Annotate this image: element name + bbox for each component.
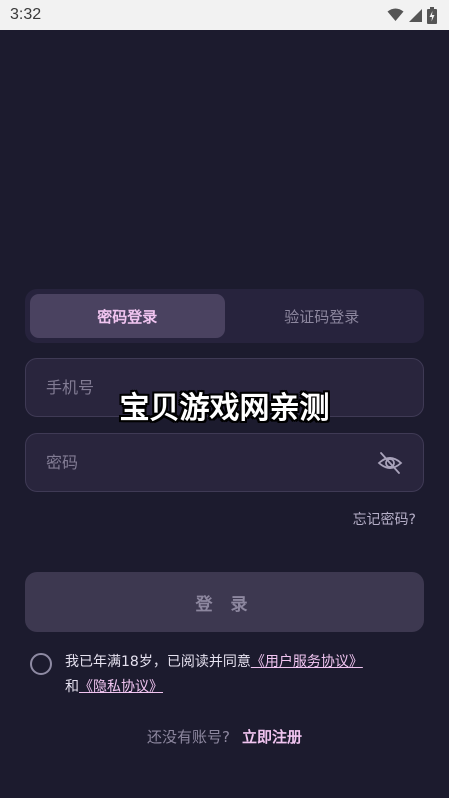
tab-password-login[interactable]: 密码登录 xyxy=(30,294,225,338)
password-input[interactable] xyxy=(46,453,377,472)
tab-code-login-label: 验证码登录 xyxy=(284,307,360,326)
register-link[interactable]: 立即注册 xyxy=(242,726,302,747)
status-bar: 3:32 xyxy=(0,0,449,30)
eye-off-icon[interactable] xyxy=(377,450,403,476)
forgot-password-link[interactable]: 忘记密码? xyxy=(353,509,416,529)
login-mode-tabs: 密码登录 验证码登录 xyxy=(25,289,424,343)
user-terms-link[interactable]: 《用户服务协议》 xyxy=(251,654,363,670)
register-prompt: 还没有账号? xyxy=(147,728,230,746)
status-time: 3:32 xyxy=(10,6,42,23)
agreement-text: 我已年满18岁，已阅读并同意《用户服务协议》 和《隐私协议》 xyxy=(65,650,363,700)
agreement-checkbox[interactable] xyxy=(30,653,52,675)
signal-icon xyxy=(409,8,422,22)
register-row: 还没有账号? 立即注册 xyxy=(0,726,449,747)
agreement-prefix: 我已年满18岁，已阅读并同意 xyxy=(65,654,251,670)
login-button[interactable]: 登 录 xyxy=(25,572,424,632)
tab-password-login-label: 密码登录 xyxy=(97,307,158,326)
phone-field xyxy=(25,358,424,417)
agreement-conjunction: 和 xyxy=(65,679,79,695)
status-icons xyxy=(387,6,437,24)
agreement: 我已年满18岁，已阅读并同意《用户服务协议》 和《隐私协议》 xyxy=(30,650,420,700)
tab-code-login[interactable]: 验证码登录 xyxy=(225,294,420,338)
wifi-icon xyxy=(387,8,404,21)
battery-icon xyxy=(427,6,437,24)
password-field xyxy=(25,433,424,492)
phone-input[interactable] xyxy=(46,378,403,397)
privacy-link[interactable]: 《隐私协议》 xyxy=(79,679,163,695)
